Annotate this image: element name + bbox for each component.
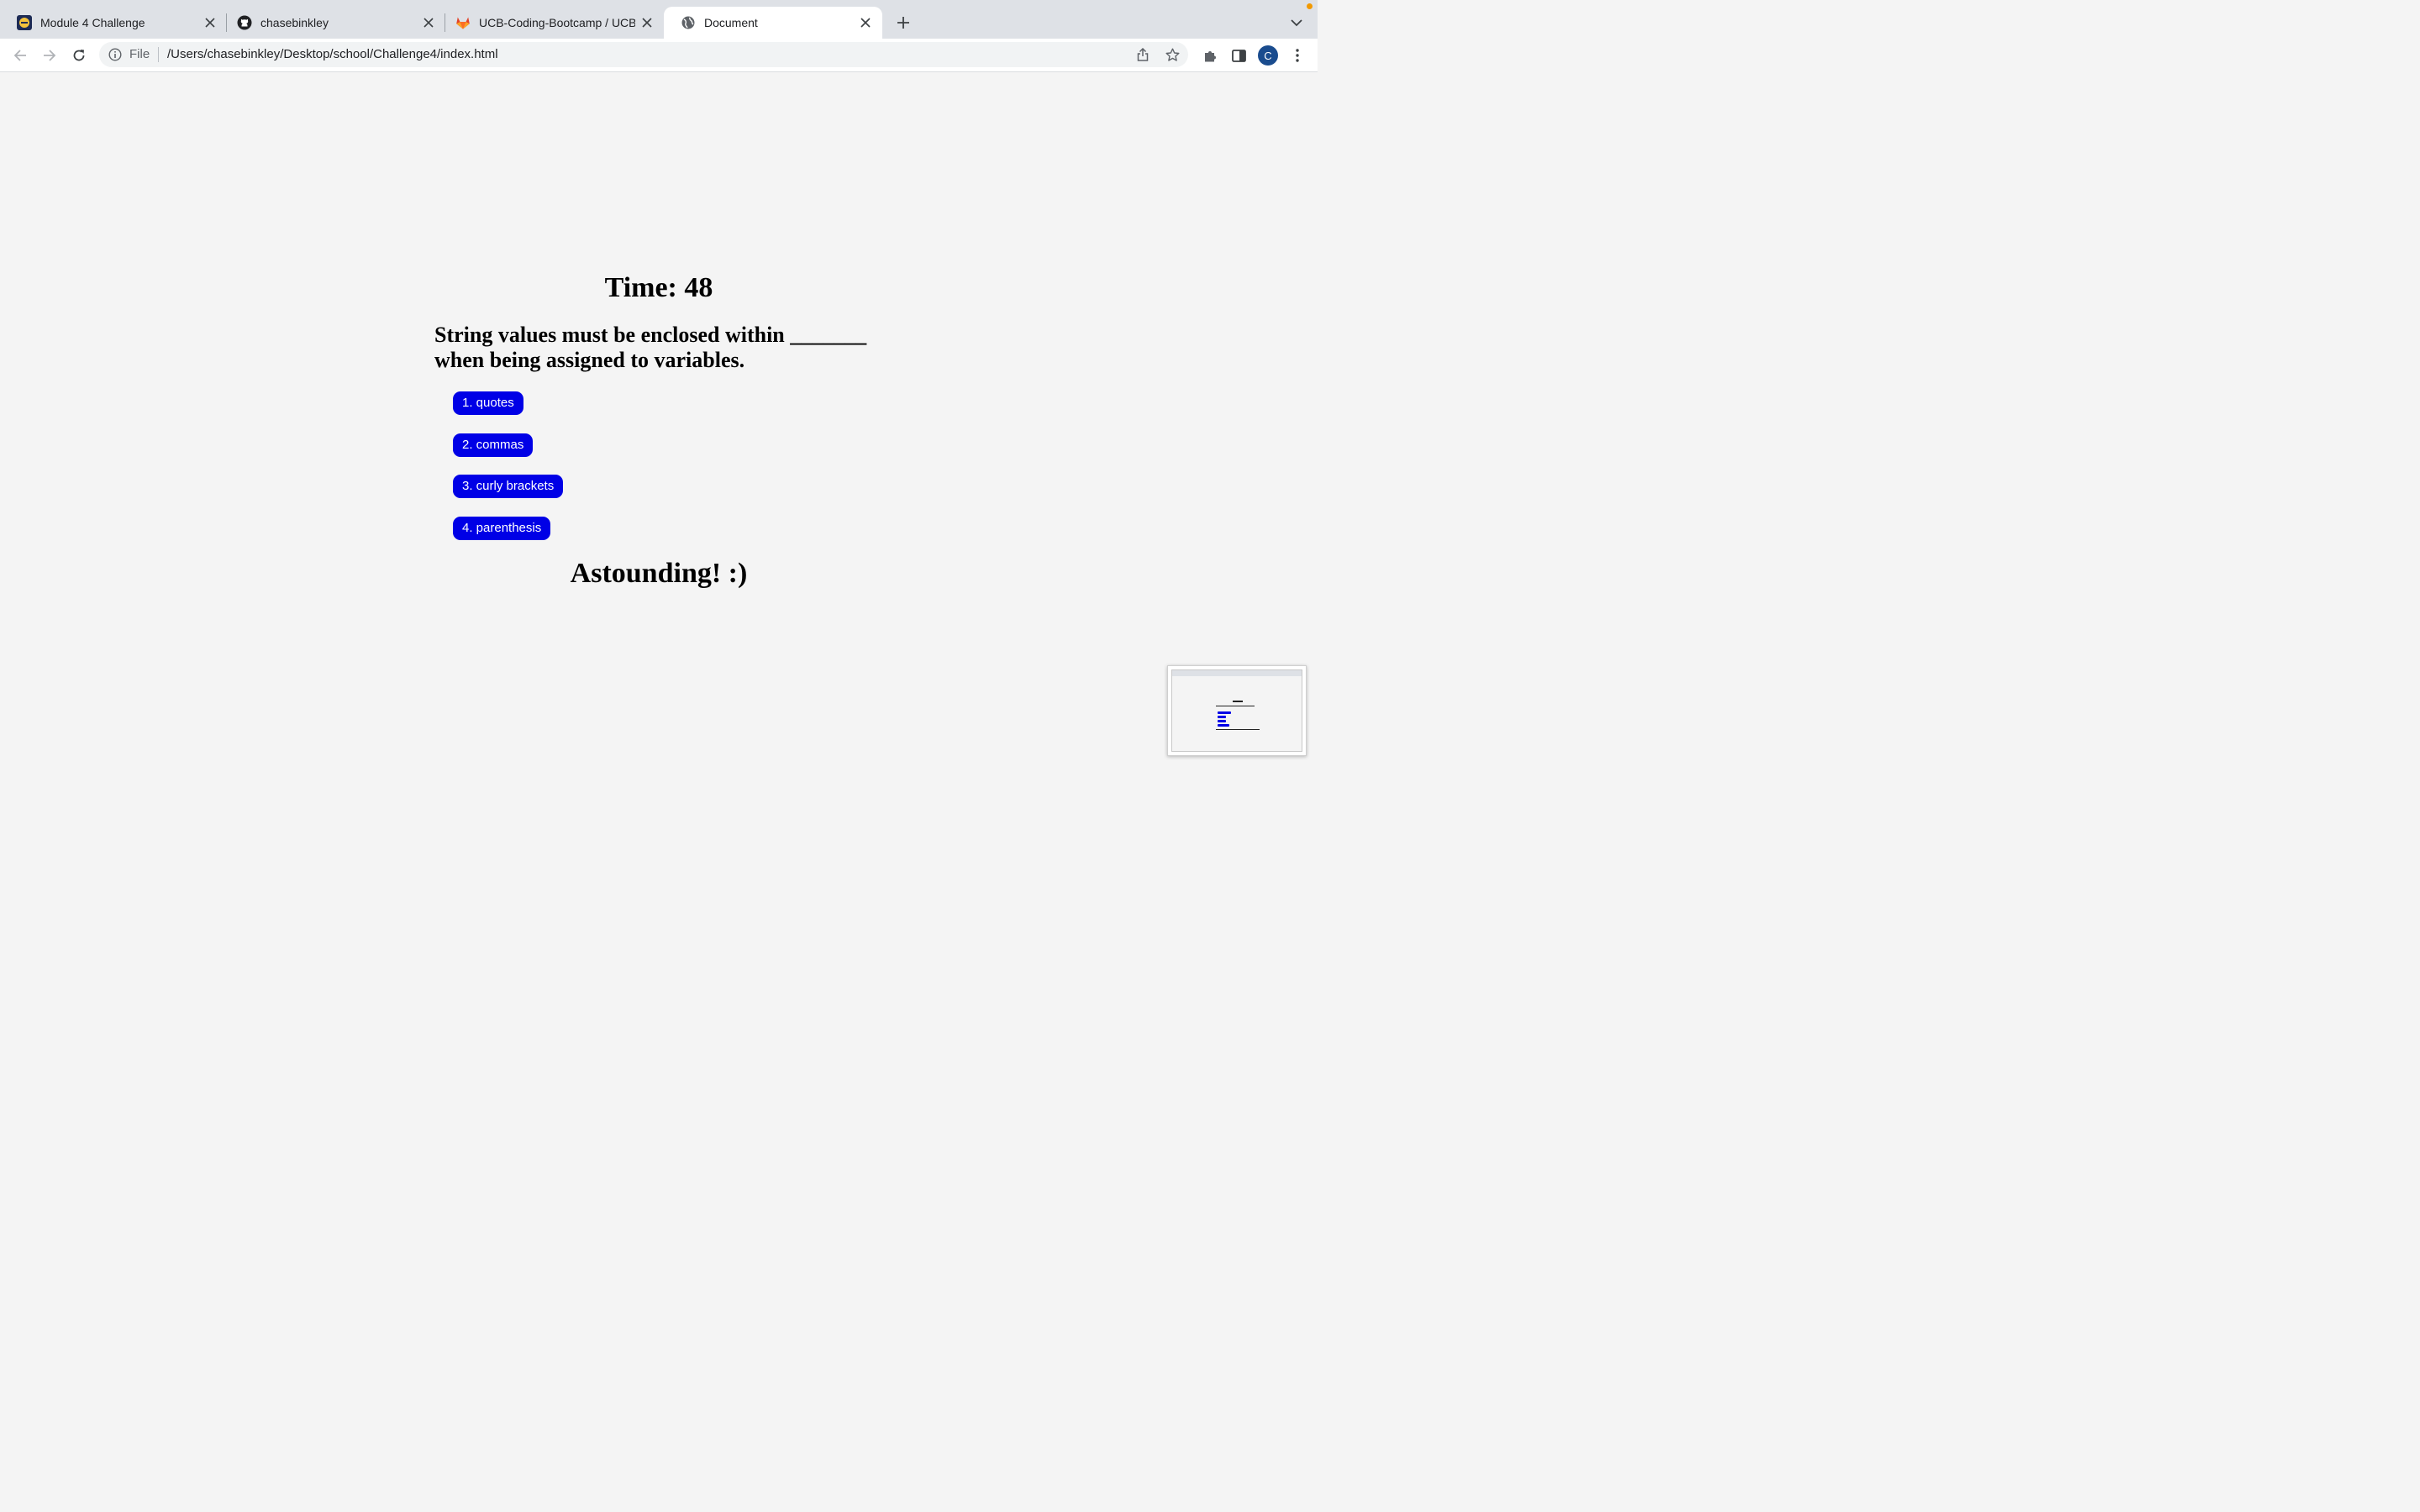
thumbnail-button — [1218, 724, 1229, 727]
share-icon[interactable] — [1134, 46, 1151, 63]
tab-document[interactable]: Document — [664, 7, 882, 39]
tab-title: UCB-Coding-Bootcamp / UCB- — [479, 16, 635, 29]
globe-icon — [681, 15, 696, 30]
thumbnail-line — [1216, 729, 1260, 730]
screenshot-preview-thumbnail[interactable] — [1167, 665, 1307, 756]
more-vertical-icon — [1296, 49, 1299, 62]
quiz-timer: Time: 48 — [604, 272, 713, 303]
answer-button-2[interactable]: 2. commas — [453, 433, 534, 457]
close-icon[interactable] — [420, 14, 437, 31]
tab-title: Document — [704, 16, 758, 29]
back-button[interactable] — [10, 45, 30, 66]
recording-indicator — [1307, 3, 1313, 9]
answer-button-4[interactable]: 4. parenthesis — [453, 516, 551, 540]
thumbnail-button — [1218, 716, 1226, 718]
extensions-button[interactable] — [1200, 45, 1220, 66]
url-text[interactable]: /Users/chasebinkley/Desktop/school/Chall… — [167, 47, 498, 62]
arrow-left-icon — [13, 50, 26, 61]
url-scheme-label: File — [129, 47, 150, 61]
answer-feedback: Astounding! :) — [570, 558, 748, 589]
answer-item: 2. commas — [453, 433, 563, 457]
quiz-question: String values must be enclosed within __… — [434, 323, 867, 372]
bookmark-star-icon[interactable] — [1164, 46, 1181, 63]
address-bar[interactable]: File /Users/chasebinkley/Desktop/school/… — [99, 42, 1188, 67]
close-icon[interactable] — [639, 14, 655, 31]
tab-chasebinkley[interactable]: chasebinkley — [220, 7, 445, 39]
thumbnail-line — [1233, 701, 1243, 702]
tab-search-button[interactable] — [1289, 15, 1304, 30]
answer-list: 1. quotes 2. commas 3. curly brackets 4.… — [453, 391, 564, 558]
thumbnail-image — [1171, 669, 1302, 752]
answer-item: 3. curly brackets — [453, 475, 564, 498]
forward-button[interactable] — [39, 45, 60, 66]
tab-title: chasebinkley — [260, 16, 329, 29]
info-icon[interactable] — [108, 47, 123, 62]
plus-icon — [897, 17, 909, 29]
reload-icon — [73, 50, 85, 61]
side-panel-icon — [1231, 49, 1246, 62]
thumbnail-tabstrip — [1172, 670, 1302, 676]
answer-button-1[interactable]: 1. quotes — [453, 391, 523, 415]
tab-title: Module 4 Challenge — [40, 16, 145, 29]
arrow-right-icon — [44, 50, 56, 61]
answer-item: 4. parenthesis — [453, 516, 563, 540]
course-logo-icon — [17, 15, 32, 30]
tab-strip: Module 4 Challenge chasebinkley UCB-Codi… — [0, 0, 1318, 39]
puzzle-icon — [1204, 50, 1216, 61]
chevron-down-icon — [1291, 18, 1302, 26]
tab-ucb-coding-bootcamp[interactable]: UCB-Coding-Bootcamp / UCB- — [439, 7, 664, 39]
new-tab-button[interactable] — [894, 13, 913, 32]
address-divider — [158, 47, 159, 62]
side-panel-button[interactable] — [1228, 45, 1249, 66]
browser-toolbar: File /Users/chasebinkley/Desktop/school/… — [0, 39, 1318, 72]
answer-button-3[interactable]: 3. curly brackets — [453, 475, 564, 498]
github-icon — [237, 15, 252, 30]
close-icon[interactable] — [857, 14, 874, 31]
browser-menu-button[interactable] — [1287, 45, 1307, 66]
thumbnail-button — [1218, 711, 1231, 714]
reload-button[interactable] — [69, 45, 89, 66]
tab-module-4-challenge[interactable]: Module 4 Challenge — [0, 7, 227, 39]
close-icon[interactable] — [202, 14, 218, 31]
profile-avatar[interactable]: C — [1258, 45, 1278, 66]
thumbnail-button — [1218, 720, 1226, 722]
answer-item: 1. quotes — [453, 391, 563, 415]
gitlab-icon — [455, 15, 471, 30]
